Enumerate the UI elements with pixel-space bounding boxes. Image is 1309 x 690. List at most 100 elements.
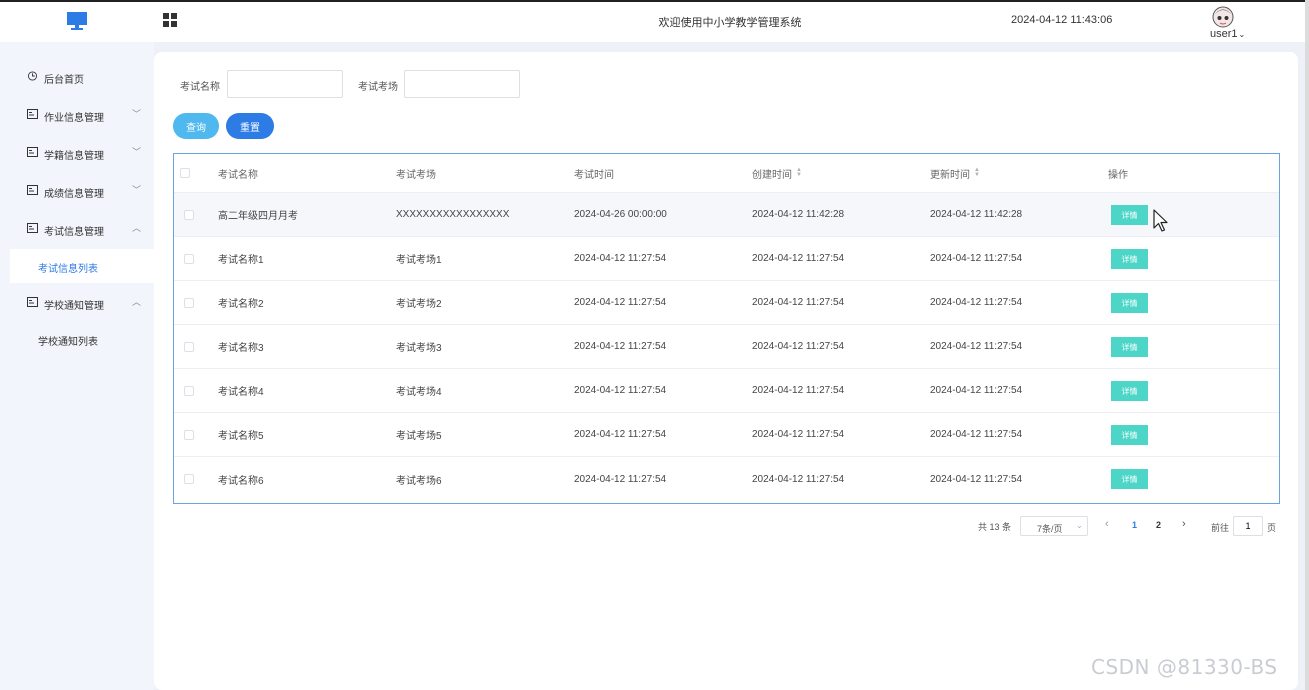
row-checkbox[interactable] [184,386,194,396]
exam-name-input[interactable] [227,70,343,98]
cell-exam-time: 2024-04-12 11:27:54 [574,297,667,308]
cell-created-time: 2024-04-12 11:27:54 [752,297,845,308]
sidebar-item-notices[interactable]: 学校通知管理 ︿ [0,284,154,322]
next-page-icon[interactable]: › [1182,518,1186,530]
sidebar-item-exams[interactable]: 考试信息管理 ︿ [0,210,154,248]
column-header-updated-time[interactable]: 更新时间 ▲ ▼ [930,154,980,192]
reset-button[interactable]: 重置 [226,113,274,139]
detail-button[interactable]: 详情 [1111,469,1148,489]
card-icon [27,297,38,307]
sidebar-item-label: 后台首页 [44,75,84,86]
detail-button[interactable]: 详情 [1111,205,1148,225]
sidebar-subitem-label: 学校通知列表 [38,337,98,348]
detail-button[interactable]: 详情 [1111,293,1148,313]
cell-exam-room: XXXXXXXXXXXXXXXXX [396,209,510,220]
cell-exam-name: 考试名称2 [218,299,264,310]
card-icon [27,109,38,119]
sidebar-item-label: 成绩信息管理 [44,189,104,200]
sidebar-item-label: 学校通知管理 [44,301,104,312]
cell-created-time: 2024-04-12 11:27:54 [752,429,845,440]
table-row[interactable]: 考试名称3 考试考场3 2024-04-12 11:27:54 2024-04-… [174,325,1279,369]
page-number-2[interactable]: 2 [1156,520,1161,530]
column-header-created-time[interactable]: 创建时间 ▲ ▼ [752,154,802,192]
cell-created-time: 2024-04-12 11:27:54 [752,253,845,264]
page-number-1[interactable]: 1 [1132,520,1137,530]
table-row[interactable]: 高二年级四月月考 XXXXXXXXXXXXXXXXX 2024-04-26 00… [174,193,1279,237]
cell-created-time: 2024-04-12 11:27:54 [752,341,845,352]
sort-icon[interactable]: ▲ ▼ [796,167,802,178]
page-size-select[interactable]: 7条/页 ⌄ [1020,516,1088,536]
cell-created-time: 2024-04-12 11:42:28 [752,209,845,220]
row-checkbox[interactable] [184,474,194,484]
column-header-exam-name: 考试名称 [218,169,258,181]
sidebar-item-label: 考试信息管理 [44,227,104,238]
sidebar-item-grades[interactable]: 成绩信息管理 ﹀ [0,172,154,210]
table-header: 考试名称 考试考场 考试时间 创建时间 ▲ ▼ 更新时间 ▲ ▼ 操作 [174,154,1279,193]
detail-button[interactable]: 详情 [1111,425,1148,445]
cell-updated-time: 2024-04-12 11:27:54 [930,429,1023,440]
row-checkbox[interactable] [184,210,194,220]
cell-exam-name: 考试名称3 [218,343,264,354]
cell-updated-time: 2024-04-12 11:27:54 [930,341,1023,352]
select-all-checkbox[interactable] [180,168,190,178]
card-icon [27,223,38,233]
goto-page-input[interactable] [1233,516,1263,536]
table-row[interactable]: 考试名称6 考试考场6 2024-04-12 11:27:54 2024-04-… [174,457,1279,501]
detail-button[interactable]: 详情 [1111,337,1148,357]
chevron-up-icon: ︿ [132,223,142,233]
query-button[interactable]: 查询 [173,113,219,139]
exam-table: 考试名称 考试考场 考试时间 创建时间 ▲ ▼ 更新时间 ▲ ▼ 操作 高二年级四月… [173,153,1280,504]
detail-button[interactable]: 详情 [1111,249,1148,269]
cell-exam-room: 考试考场1 [396,255,442,266]
grid-icon[interactable] [163,13,178,28]
sidebar-item-home[interactable]: 后台首页 [0,58,154,96]
cell-updated-time: 2024-04-12 11:27:54 [930,385,1023,396]
sort-icon[interactable]: ▲ ▼ [974,167,980,178]
cell-created-time: 2024-04-12 11:27:54 [752,473,845,485]
sidebar-subitem-exam-list[interactable]: 考试信息列表 [10,249,154,283]
table-row[interactable]: 考试名称1 考试考场1 2024-04-12 11:27:54 2024-04-… [174,237,1279,281]
table-row[interactable]: 考试名称5 考试考场5 2024-04-12 11:27:54 2024-04-… [174,413,1279,457]
clock-icon [27,71,38,81]
column-header-label: 创建时间 [752,169,792,181]
card-icon [27,185,38,195]
sidebar-subitem-notice-list[interactable]: 学校通知列表 [10,322,154,356]
column-header-label: 更新时间 [930,169,970,181]
card-icon [27,147,38,157]
main-panel: 考试名称 考试考场 查询 重置 考试名称 考试考场 考试时间 创建时间 ▲ ▼ 更… [154,52,1298,690]
chevron-up-icon: ︿ [132,297,142,307]
scrollbar-edge[interactable] [1305,0,1309,690]
welcome-text: 欢迎使用中小学教学管理系统 [658,17,802,29]
cell-exam-time: 2024-04-12 11:27:54 [574,473,667,485]
chevron-down-icon: ⌄ [1076,521,1083,530]
avatar[interactable] [1211,6,1235,28]
user-menu[interactable]: user1⌄ [1210,28,1245,40]
row-checkbox[interactable] [184,254,194,264]
prev-page-icon[interactable]: ‹ [1105,518,1109,530]
exam-room-label: 考试考场 [358,82,398,93]
cell-updated-time: 2024-04-12 11:27:54 [930,473,1023,485]
cell-created-time: 2024-04-12 11:27:54 [752,385,845,396]
cell-updated-time: 2024-04-12 11:27:54 [930,253,1023,264]
row-checkbox[interactable] [184,430,194,440]
row-checkbox[interactable] [184,298,194,308]
sidebar-item-homework[interactable]: 作业信息管理 ﹀ [0,96,154,134]
page-suffix-label: 页 [1267,523,1277,533]
row-checkbox[interactable] [184,342,194,352]
detail-button[interactable]: 详情 [1111,381,1148,401]
cell-exam-name: 考试名称5 [218,431,264,442]
sidebar-item-student-records[interactable]: 学籍信息管理 ﹀ [0,134,154,172]
chevron-down-icon: ﹀ [132,185,142,195]
sidebar: 后台首页 作业信息管理 ﹀ 学籍信息管理 ﹀ 成绩信息管理 ﹀ 考试信息管理 ︿ [0,42,154,690]
monitor-icon [67,12,87,30]
exam-room-input[interactable] [404,70,520,98]
goto-label: 前往 [1211,523,1230,533]
top-bar: 欢迎使用中小学教学管理系统 2024-04-12 11:43:06 user1⌄ [0,0,1309,42]
table-row[interactable]: 考试名称2 考试考场2 2024-04-12 11:27:54 2024-04-… [174,281,1279,325]
cell-exam-name: 考试名称6 [218,475,264,487]
username-label: user1 [1210,28,1238,40]
chevron-down-icon: ﹀ [132,109,142,119]
cell-exam-time: 2024-04-12 11:27:54 [574,341,667,352]
cell-updated-time: 2024-04-12 11:42:28 [930,209,1023,220]
table-row[interactable]: 考试名称4 考试考场4 2024-04-12 11:27:54 2024-04-… [174,369,1279,413]
